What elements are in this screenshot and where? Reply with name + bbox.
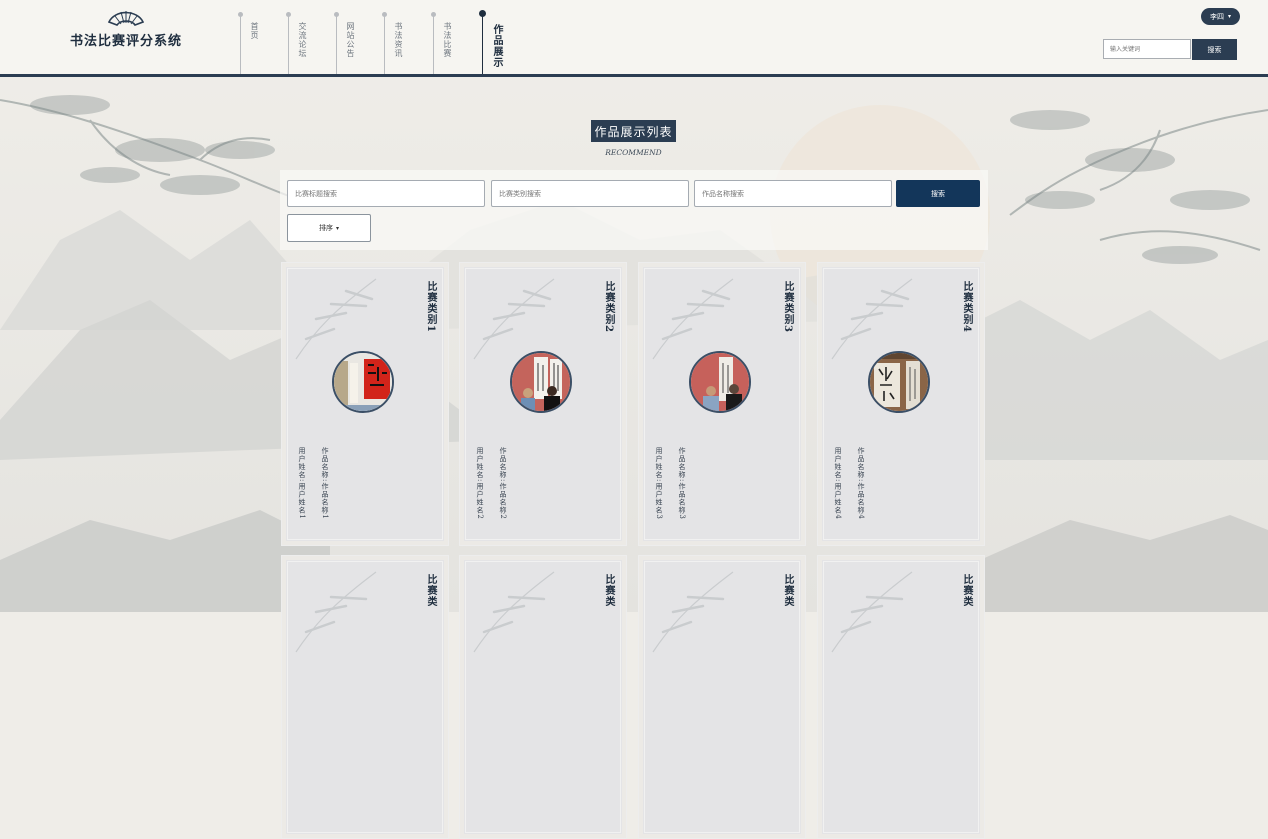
card-category: 比赛类 [782, 574, 793, 607]
top-header: 书法比赛评分系统 首页 交流论坛 网站公告 书法资讯 书法比赛 作品展示 李四 … [0, 0, 1268, 77]
nav-label: 首页 [250, 22, 259, 40]
work-photo [510, 351, 572, 413]
caret-down-icon: ▾ [1227, 13, 1231, 20]
card-user-name: 用户姓名:用户姓名2 [476, 447, 484, 520]
app-title: 书法比赛评分系统 [70, 34, 183, 49]
nav-item-news[interactable]: 书法资讯 [382, 12, 403, 74]
card-category: 比赛类别3 [782, 281, 793, 333]
card-user-name: 用户姓名:用户姓名3 [655, 447, 663, 520]
card-work-name: 作品名称:作品名称1 [321, 447, 329, 520]
bamboo-decoration-icon [473, 571, 555, 653]
nav-label: 网站公告 [346, 22, 355, 58]
bamboo-decoration-icon [295, 571, 377, 653]
nav-item-announcements[interactable]: 网站公告 [334, 12, 355, 74]
work-card[interactable]: 比赛类 [281, 555, 449, 839]
nav-label: 作品展示 [491, 24, 502, 68]
bamboo-decoration-icon [473, 278, 555, 360]
work-photo [868, 351, 930, 413]
work-photo [689, 351, 751, 413]
ink-landscape-background [0, 0, 1268, 612]
nav-item-works-showcase[interactable]: 作品展示 [479, 10, 502, 74]
header-search-button[interactable]: 搜索 [1192, 39, 1237, 60]
nav-item-contests[interactable]: 书法比赛 [431, 12, 452, 74]
work-card[interactable]: 比赛类 [638, 555, 806, 839]
work-card[interactable]: 比赛类别3 用户姓名:用户姓名3 作品名称:作品名称3 [638, 262, 806, 546]
card-category: 比赛类别2 [603, 281, 614, 333]
caret-down-icon: ▾ [335, 224, 339, 232]
header-search-input[interactable] [1103, 39, 1191, 59]
work-name-search-input[interactable] [694, 180, 892, 207]
work-card[interactable]: 比赛类别2 用户姓名:用户姓名2 作品名称:作品名称2 [459, 262, 627, 546]
card-user-name: 用户姓名:用户姓名1 [298, 447, 306, 520]
bamboo-decoration-icon [831, 571, 913, 653]
work-card[interactable]: 比赛类 [459, 555, 627, 839]
page-title: 作品展示列表 [591, 120, 676, 142]
user-name: 李四 [1209, 12, 1224, 21]
card-work-name: 作品名称:作品名称2 [499, 447, 507, 520]
work-card[interactable]: 比赛类别1 用户姓名:用户姓名1 作品名称:作品名称1 [281, 262, 449, 546]
contest-title-search-input[interactable] [287, 180, 485, 207]
card-work-name: 作品名称:作品名称3 [678, 447, 686, 520]
card-category: 比赛类 [603, 574, 614, 607]
user-menu-button[interactable]: 李四 ▾ [1201, 8, 1240, 25]
site-logo[interactable]: 书法比赛评分系统 [70, 6, 182, 49]
contest-category-search-input[interactable] [491, 180, 689, 207]
page-subtitle: RECOMMEND [605, 148, 662, 157]
card-category: 比赛类别4 [961, 281, 972, 333]
nav-item-home[interactable]: 首页 [238, 12, 259, 74]
bamboo-decoration-icon [652, 278, 734, 360]
sort-label: 排序 [318, 224, 333, 232]
bamboo-decoration-icon [295, 278, 377, 360]
nav-label: 书法比赛 [443, 22, 452, 58]
card-category: 比赛类 [961, 574, 972, 607]
bamboo-decoration-icon [652, 571, 734, 653]
nav-label: 书法资讯 [394, 22, 403, 58]
nav-label: 交流论坛 [298, 22, 307, 58]
card-category: 比赛类别1 [425, 281, 436, 333]
work-card[interactable]: 比赛类别4 用户姓名:用户姓名4 作品名称:作品名称4 [817, 262, 985, 546]
sort-dropdown-button[interactable]: 排序 ▾ [287, 214, 371, 242]
card-work-name: 作品名称:作品名称4 [857, 447, 865, 520]
card-user-name: 用户姓名:用户姓名4 [834, 447, 842, 520]
work-card[interactable]: 比赛类 [817, 555, 985, 839]
bamboo-decoration-icon [831, 278, 913, 360]
folding-fan-icon [107, 11, 145, 26]
filter-search-button[interactable]: 搜索 [896, 180, 980, 207]
nav-item-forum[interactable]: 交流论坛 [286, 12, 307, 74]
work-photo [332, 351, 394, 413]
card-category: 比赛类 [425, 574, 436, 607]
